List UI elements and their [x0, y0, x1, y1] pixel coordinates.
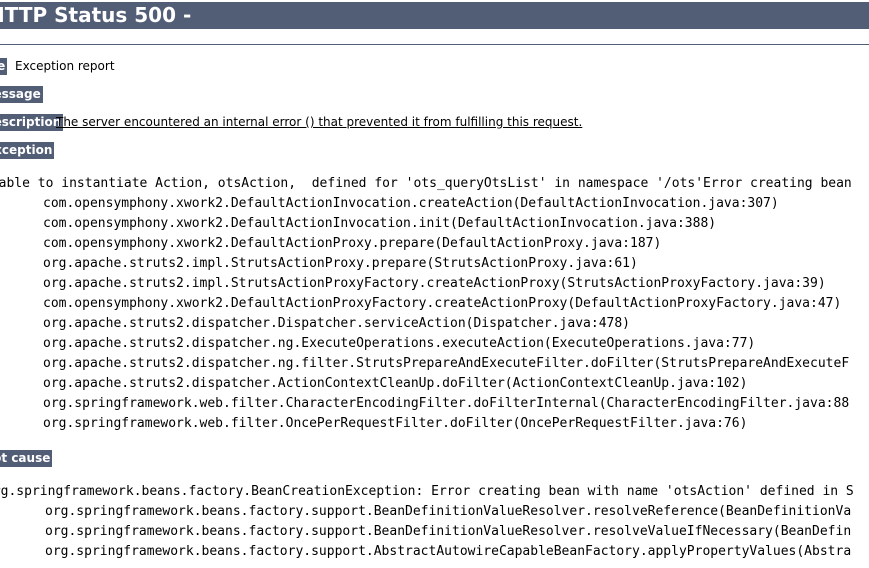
- stack-frame: org.springframework.beans.factory.suppor…: [45, 524, 852, 539]
- type-value: Exception report: [15, 59, 115, 73]
- stack-frame: org.springframework.beans.factory.suppor…: [45, 504, 852, 519]
- stack-frame: org.apache.struts2.dispatcher.ActionCont…: [43, 376, 748, 391]
- stack-frame: org.apache.struts2.impl.StrutsActionProx…: [43, 276, 826, 291]
- stack-frame: org.apache.struts2.dispatcher.ng.filter.…: [43, 356, 850, 371]
- page-title-bar: HTTP Status 500 -: [0, 2, 869, 29]
- exception-message-line: Unable to instantiate Action, otsAction,…: [0, 176, 852, 191]
- stack-frame: com.opensymphony.xwork2.DefaultActionInv…: [43, 216, 717, 231]
- description-value: The server encountered an internal error…: [56, 115, 583, 129]
- stack-frame: org.apache.struts2.dispatcher.ng.Execute…: [43, 336, 756, 351]
- description-label: description: [0, 114, 64, 131]
- root-cause-message-line: org.springframework.beans.factory.BeanCr…: [0, 484, 854, 499]
- stack-frame: org.springframework.beans.factory.suppor…: [45, 544, 852, 559]
- stack-frame: org.springframework.web.filter.Character…: [43, 396, 850, 411]
- stack-frame: org.springframework.web.filter.OncePerRe…: [43, 416, 748, 431]
- message-label: message: [0, 86, 43, 103]
- type-label: type: [0, 58, 8, 75]
- stack-frame: com.opensymphony.xwork2.DefaultActionInv…: [43, 196, 779, 211]
- stack-frame: com.opensymphony.xwork2.DefaultActionPro…: [43, 296, 842, 311]
- stack-frame: org.apache.struts2.impl.StrutsActionProx…: [43, 256, 638, 271]
- stack-frame: org.apache.struts2.dispatcher.Dispatcher…: [43, 316, 630, 331]
- stack-frame: com.opensymphony.xwork2.DefaultActionPro…: [43, 236, 662, 251]
- page-title: HTTP Status 500 -: [0, 3, 192, 27]
- exception-stack-trace: Unable to instantiate Action, otsAction,…: [0, 174, 852, 434]
- root-cause-stack-trace: org.springframework.beans.factory.BeanCr…: [0, 482, 854, 562]
- header-divider: [0, 44, 869, 45]
- exception-label: exception: [0, 142, 55, 159]
- root-cause-label: root cause: [0, 450, 53, 467]
